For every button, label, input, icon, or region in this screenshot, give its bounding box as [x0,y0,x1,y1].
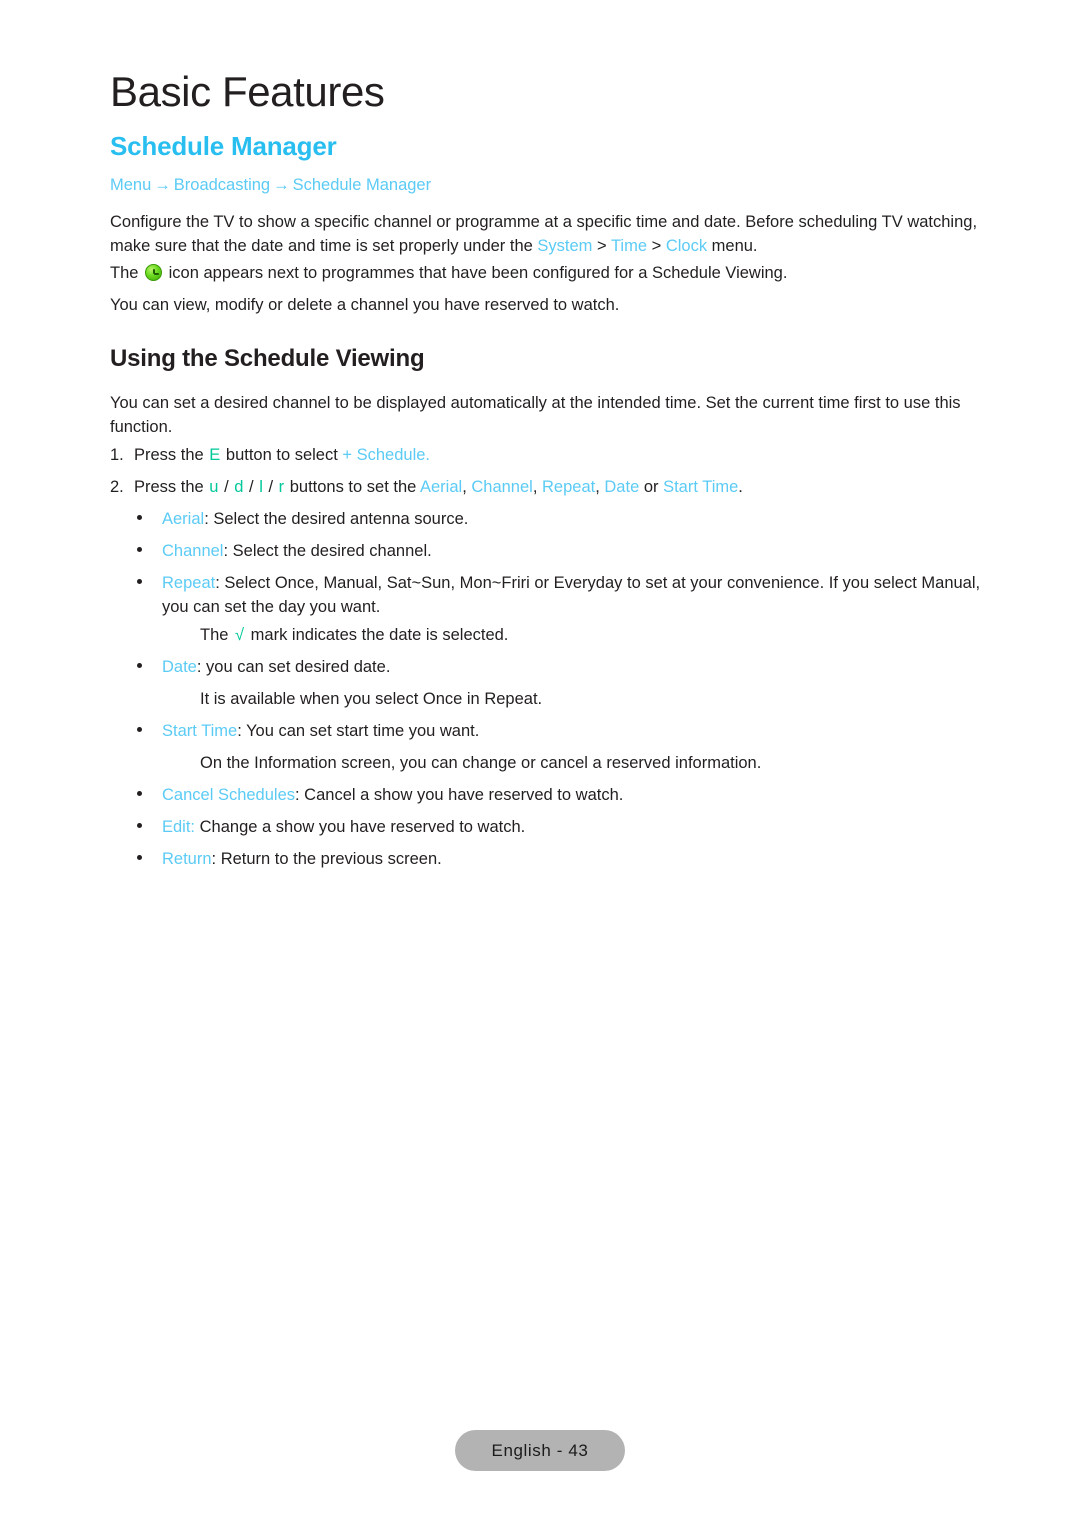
icon-sentence-prefix: The [110,264,144,282]
step-1-text-b: button to select [221,446,343,464]
list-item: Repeat: Select Once, Manual, Sat~Sun, Mo… [137,572,989,620]
bullet-dot-icon [137,547,142,552]
icon-sentence-suffix: icon appears next to programmes that hav… [164,264,788,282]
intro-paragraph-1: Configure the TV to show a specific chan… [110,211,988,259]
bullet-dot-icon [137,579,142,584]
schedule-option-label: + Schedule. [342,446,430,464]
bullet-text-channel: Select the desired channel. [232,542,432,560]
list-item: Channel: Select the desired channel. [137,540,989,564]
intro-paragraph-3-text: You can view, modify or delete a channel… [110,296,620,314]
up-arrow-key-glyph-icon: u [209,478,219,496]
list-item: Aerial: Select the desired antenna sourc… [137,508,989,532]
subsection-intro-text: You can set a desired channel to be disp… [110,394,961,436]
menu-term-time: Time [610,236,647,255]
menu-term-clock: Clock [665,236,708,255]
schedule-clock-icon [145,264,163,281]
bullet-colon: : [211,850,221,868]
menu-separator: > [647,236,666,255]
breadcrumb-item-broadcasting[interactable]: Broadcasting [174,176,270,194]
bullet-term-start-time: Start Time [162,722,238,740]
enter-key-glyph-icon: E [209,446,221,464]
bullet-text-aerial: Select the desired antenna source. [213,510,469,528]
step-2-number: 2. [110,478,124,496]
bullet-term-edit: Edit: [162,818,196,836]
note-check-mark: The √ mark indicates the date is selecte… [200,624,990,648]
comma: , [532,478,542,496]
bullet-term-aerial: Aerial [162,510,205,528]
bullet-dot-icon [137,663,142,668]
bullet-term-date: Date [162,658,197,676]
list-item: Edit: Change a show you have reserved to… [137,816,989,840]
note-check-prefix: The [200,626,234,644]
setting-term-aerial: Aerial [420,478,463,496]
setting-term-repeat: Repeat [542,478,596,496]
step-2-text-b: buttons to set the [285,478,420,496]
page-footer-label: English - 43 [491,1440,589,1460]
breadcrumb: Menu → Broadcasting → Schedule Manager [110,176,431,195]
period: . [738,478,743,496]
page-title: Basic Features [110,68,385,115]
section-heading: Schedule Manager [110,131,337,161]
bullet-text-cancel-schedules: Cancel a show you have reserved to watch… [304,786,624,804]
key-separator: / [219,478,234,496]
note-date-availability: It is available when you select Once in … [200,690,543,708]
setting-term-date: Date [604,478,640,496]
bullet-term-repeat: Repeat [162,574,216,592]
bullet-colon: : [295,786,305,804]
bullet-dot-icon [137,727,142,732]
step-1-number: 1. [110,446,124,464]
bullet-dot-icon [137,791,142,796]
intro-text-b: menu. [707,236,758,255]
menu-term-system: System [537,236,593,255]
page-footer-badge: English - 43 [455,1430,625,1471]
bullet-colon: : [215,574,225,592]
bullet-text-return: Return to the previous screen. [220,850,442,868]
bullet-text-start-time: You can set start time you want. [246,722,480,740]
bullet-term-return: Return [162,850,212,868]
manual-page: Basic Features Schedule Manager Menu → Bro… [0,0,1080,1519]
note-information-screen: On the Information screen, you can chang… [200,754,762,772]
down-arrow-key-glyph-icon: d [234,478,244,496]
menu-separator: > [592,236,611,255]
bullet-colon: : [204,510,214,528]
step-1: 1. Press the E button to select + Schedul… [110,444,990,468]
conjunction: or [639,478,664,496]
step-1-text-a: Press the [134,446,209,464]
setting-term-channel: Channel [471,478,533,496]
key-separator: / [244,478,259,496]
breadcrumb-item-menu[interactable]: Menu [110,176,151,194]
subsection-intro: You can set a desired channel to be disp… [110,392,988,440]
list-item: Start Time: You can set start time you w… [137,720,989,744]
list-item: Cancel Schedules: Cancel a show you have… [137,784,989,808]
breadcrumb-arrow-icon: → [154,176,171,194]
bullet-colon: : [196,658,207,676]
bullet-dot-icon [137,855,142,860]
bullet-term-channel: Channel [162,542,224,560]
breadcrumb-arrow-icon: → [273,176,290,194]
setting-term-start-time: Start Time [663,478,739,496]
intro-paragraph-2: The icon appears next to programmes that… [110,262,988,286]
bullet-text-edit: Change a show you have reserved to watch… [199,818,526,836]
check-mark-icon: √ [235,626,245,644]
bullet-text-repeat: Select Once, Manual, Sat~Sun, Mon~Friri … [162,574,981,616]
step-2-text-a: Press the [134,478,209,496]
breadcrumb-item-schedule-manager[interactable]: Schedule Manager [293,176,432,194]
key-separator: / [263,478,278,496]
note-check-suffix: mark indicates the date is selected. [246,626,509,644]
bullet-colon: : [223,542,233,560]
list-item: Date: you can set desired date. [137,656,989,680]
bullet-dot-icon [137,515,142,520]
bullet-text-date: you can set desired date. [206,658,391,676]
subsection-heading: Using the Schedule Viewing [110,345,425,372]
step-2: 2. Press the u / d / l / r buttons to set… [110,476,990,500]
bullet-term-cancel-schedules: Cancel Schedules [162,786,295,804]
bullet-colon: : [237,722,247,740]
list-item: Return: Return to the previous screen. [137,848,989,872]
comma: , [595,478,605,496]
intro-paragraph-3: You can view, modify or delete a channel… [110,294,988,318]
bullet-dot-icon [137,823,142,828]
comma: , [462,478,472,496]
